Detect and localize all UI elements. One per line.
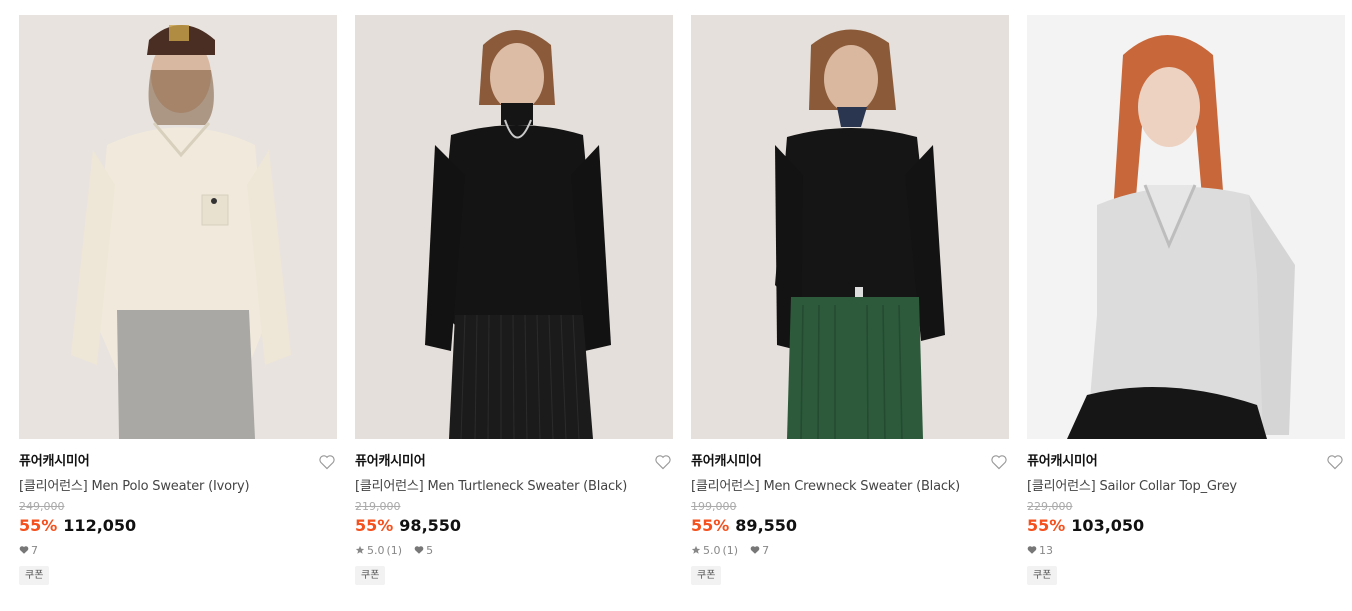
- product-stats: 5.0 (1) 5: [355, 543, 673, 557]
- brand-name[interactable]: 퓨어캐시미어: [19, 453, 337, 471]
- review-count: (1): [386, 543, 403, 557]
- product-info: 퓨어캐시미어 [클리어런스] Men Crewneck Sweater (Bla…: [691, 439, 1009, 585]
- like-count: 5: [426, 543, 434, 557]
- coupon-badge: 쿠폰: [691, 566, 722, 585]
- coupon-badge: 쿠폰: [355, 566, 386, 585]
- product-card[interactable]: 퓨어캐시미어 [클리어런스] Sailor Collar Top_Grey 22…: [1027, 15, 1345, 585]
- brand-name[interactable]: 퓨어캐시미어: [355, 453, 673, 471]
- product-info: 퓨어캐시미어 [클리어런스] Sailor Collar Top_Grey 22…: [1027, 439, 1345, 585]
- product-image[interactable]: [1027, 15, 1345, 439]
- brand-name[interactable]: 퓨어캐시미어: [691, 453, 1009, 471]
- product-photo-black-crewneck: [691, 15, 1009, 439]
- product-stats: 5.0 (1) 7: [691, 543, 1009, 557]
- product-info: 퓨어캐시미어 [클리어런스] Men Polo Sweater (Ivory) …: [19, 439, 337, 585]
- heart-icon[interactable]: [654, 454, 672, 470]
- heart-count-icon: [414, 546, 424, 554]
- product-grid: 퓨어캐시미어 [클리어런스] Men Polo Sweater (Ivory) …: [0, 0, 1352, 611]
- original-price: 219,000: [355, 500, 401, 513]
- like-count: 7: [31, 543, 38, 557]
- price-row: 55% 98,550: [355, 515, 673, 537]
- discount-rate: 55%: [19, 516, 58, 535]
- product-name[interactable]: [클리어런스] Sailor Collar Top_Grey: [1027, 478, 1345, 496]
- product-photo-grey-sailor-top: [1027, 15, 1345, 439]
- heart-count-icon: [750, 546, 760, 554]
- product-name[interactable]: [클리어런스] Men Turtleneck Sweater (Black): [355, 478, 673, 496]
- product-image[interactable]: [355, 15, 673, 439]
- product-name[interactable]: [클리어런스] Men Crewneck Sweater (Black): [691, 478, 1009, 496]
- like-count: 7: [762, 543, 770, 557]
- heart-icon[interactable]: [1326, 454, 1344, 470]
- sale-price: 98,550: [399, 516, 462, 535]
- sale-price: 112,050: [63, 516, 137, 535]
- product-stats: 13: [1027, 543, 1345, 557]
- product-card[interactable]: 퓨어캐시미어 [클리어런스] Men Crewneck Sweater (Bla…: [691, 15, 1009, 585]
- sale-price: 89,550: [735, 516, 798, 535]
- discount-rate: 55%: [691, 516, 730, 535]
- star-icon: [355, 545, 365, 554]
- product-stats: 7: [19, 543, 337, 557]
- heart-icon[interactable]: [318, 454, 336, 470]
- rating-value: 5.0: [703, 543, 721, 557]
- sale-price: 103,050: [1071, 516, 1145, 535]
- review-count: (1): [722, 543, 739, 557]
- product-card[interactable]: 퓨어캐시미어 [클리어런스] Men Turtleneck Sweater (B…: [355, 15, 673, 585]
- rating-value: 5.0: [367, 543, 385, 557]
- heart-count-icon: [1027, 546, 1037, 554]
- original-price: 199,000: [691, 500, 737, 513]
- original-price: 249,000: [19, 500, 65, 513]
- brand-name[interactable]: 퓨어캐시미어: [1027, 453, 1345, 471]
- product-photo-black-turtleneck: [355, 15, 673, 439]
- heart-icon[interactable]: [990, 454, 1008, 470]
- price-row: 55% 89,550: [691, 515, 1009, 537]
- discount-rate: 55%: [355, 516, 394, 535]
- product-image[interactable]: [691, 15, 1009, 439]
- discount-rate: 55%: [1027, 516, 1066, 535]
- original-price: 229,000: [1027, 500, 1073, 513]
- heart-count-icon: [19, 546, 29, 554]
- price-row: 55% 112,050: [19, 515, 337, 537]
- coupon-badge: 쿠폰: [1027, 566, 1058, 585]
- coupon-badge: 쿠폰: [19, 566, 50, 585]
- product-name[interactable]: [클리어런스] Men Polo Sweater (Ivory): [19, 478, 337, 496]
- product-photo-ivory-polo: [19, 15, 337, 439]
- product-info: 퓨어캐시미어 [클리어런스] Men Turtleneck Sweater (B…: [355, 439, 673, 585]
- product-image[interactable]: [19, 15, 337, 439]
- product-card[interactable]: 퓨어캐시미어 [클리어런스] Men Polo Sweater (Ivory) …: [19, 15, 337, 585]
- like-count: 13: [1039, 543, 1053, 557]
- star-icon: [691, 545, 701, 554]
- price-row: 55% 103,050: [1027, 515, 1345, 537]
